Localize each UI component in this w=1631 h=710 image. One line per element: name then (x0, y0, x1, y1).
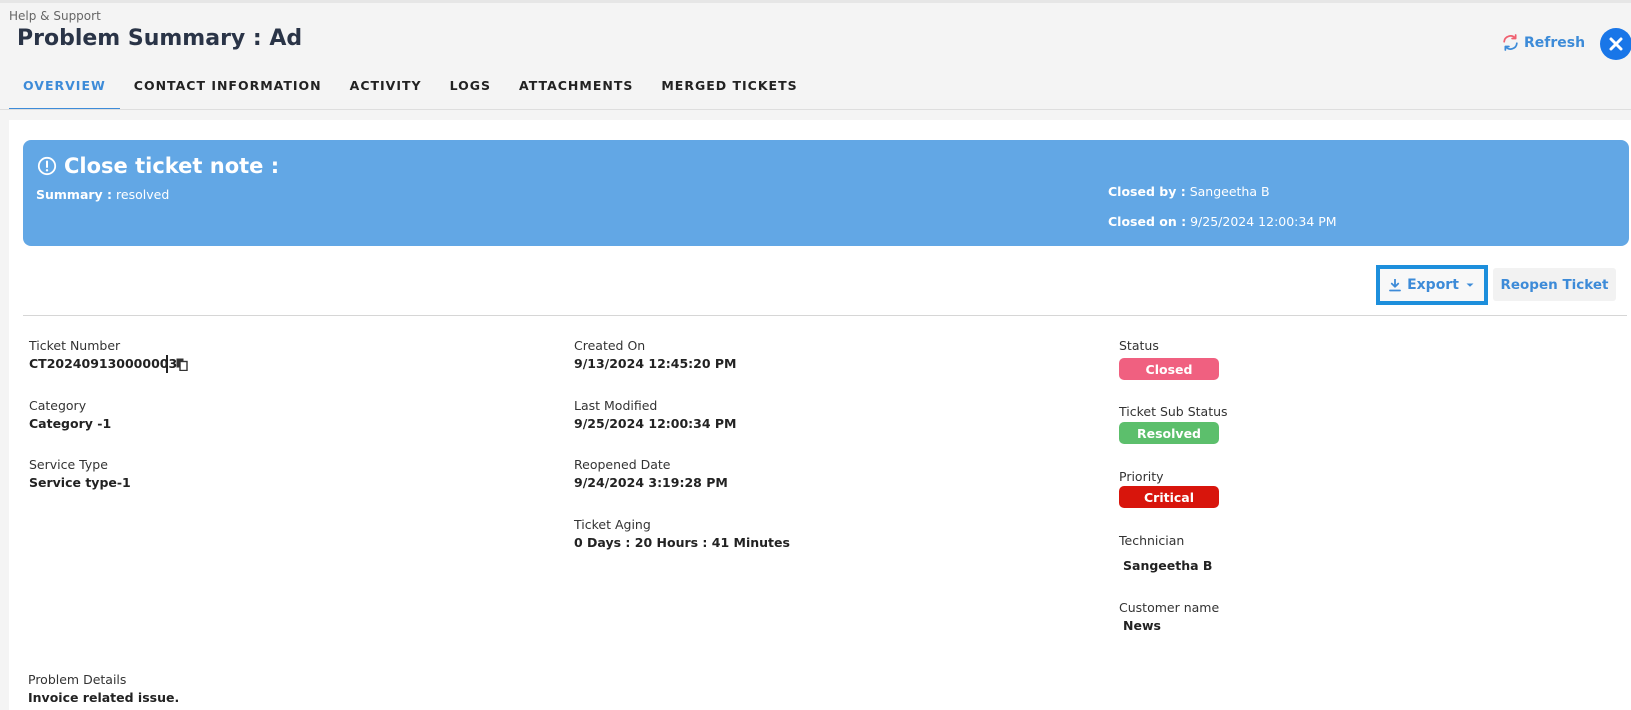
closed-on: Closed on : 9/25/2024 12:00:34 PM (1108, 214, 1337, 229)
refresh-label: Refresh (1524, 34, 1586, 51)
close-button[interactable] (1600, 28, 1631, 60)
customer-name-value: News (1123, 618, 1161, 633)
closed-by-value: Sangeetha B (1189, 184, 1270, 199)
service-type-value: Service type-1 (29, 475, 131, 490)
technician-value: Sangeetha B (1123, 558, 1213, 573)
reopened-date-label: Reopened Date (574, 457, 671, 472)
close-ticket-note: Close ticket note : Summary : resolved C… (23, 140, 1629, 246)
close-note-title: Close ticket note : (37, 154, 279, 178)
created-on-label: Created On (574, 338, 646, 353)
export-button[interactable]: Export (1376, 265, 1488, 305)
breadcrumb[interactable]: Help & Support (9, 9, 101, 23)
summary-value: resolved (116, 187, 170, 202)
separator-bar (166, 355, 168, 373)
tab-merged-tickets[interactable]: MERGED TICKETS (647, 70, 811, 110)
close-icon (1609, 37, 1623, 51)
tabs-divider (0, 109, 1631, 110)
ticket-number-value: CT202409130000003 (29, 356, 178, 371)
closed-on-label: Closed on : (1108, 214, 1187, 229)
reopen-ticket-button[interactable]: Reopen Ticket (1493, 268, 1616, 301)
priority-label: Priority (1119, 469, 1164, 484)
category-value: Category -1 (29, 416, 112, 431)
copy-ticket-number (166, 355, 188, 373)
top-border (0, 0, 1631, 3)
closed-by: Closed by : Sangeetha B (1108, 184, 1270, 199)
last-modified-value: 9/25/2024 12:00:34 PM (574, 416, 737, 431)
ticket-aging-label: Ticket Aging (574, 517, 651, 532)
sub-status-badge: Resolved (1119, 422, 1219, 444)
sub-status-label: Ticket Sub Status (1119, 404, 1228, 419)
export-label: Export (1407, 277, 1459, 293)
ticket-aging-value: 0 Days : 20 Hours : 41 Minutes (574, 535, 790, 550)
close-note-summary: Summary : resolved (36, 187, 169, 202)
tab-attachments[interactable]: ATTACHMENTS (505, 70, 647, 110)
close-note-title-text: Close ticket note : (64, 154, 280, 178)
reopened-date-value: 9/24/2024 3:19:28 PM (574, 475, 728, 490)
priority-badge: Critical (1119, 486, 1219, 508)
tab-contact-information[interactable]: CONTACT INFORMATION (120, 70, 336, 110)
copy-icon[interactable] (176, 358, 188, 371)
closed-by-label: Closed by : (1108, 184, 1186, 199)
refresh-button[interactable]: Refresh (1501, 33, 1585, 52)
section-divider (23, 315, 1627, 316)
caret-down-icon (1466, 283, 1474, 287)
refresh-icon (1503, 34, 1518, 51)
last-modified-label: Last Modified (574, 398, 658, 413)
status-badge: Closed (1119, 358, 1219, 380)
problem-details-label: Problem Details (28, 672, 127, 687)
tab-logs[interactable]: LOGS (436, 70, 505, 110)
technician-label: Technician (1119, 533, 1185, 548)
alert-circle-icon (37, 156, 57, 176)
created-on-value: 9/13/2024 12:45:20 PM (574, 356, 737, 371)
customer-name-label: Customer name (1119, 600, 1220, 615)
download-icon (1389, 278, 1401, 291)
summary-label: Summary : (36, 187, 113, 202)
tab-activity[interactable]: ACTIVITY (336, 70, 436, 110)
tab-bar: OVERVIEW CONTACT INFORMATION ACTIVITY LO… (9, 70, 812, 110)
page-title: Problem Summary : Ad (17, 26, 303, 51)
problem-details-value: Invoice related issue. (28, 690, 180, 705)
ticket-number-label: Ticket Number (29, 338, 121, 353)
tab-overview[interactable]: OVERVIEW (9, 70, 120, 110)
category-label: Category (29, 398, 87, 413)
closed-on-value: 9/25/2024 12:00:34 PM (1190, 214, 1337, 229)
service-type-label: Service Type (29, 457, 108, 472)
status-label: Status (1119, 338, 1159, 353)
